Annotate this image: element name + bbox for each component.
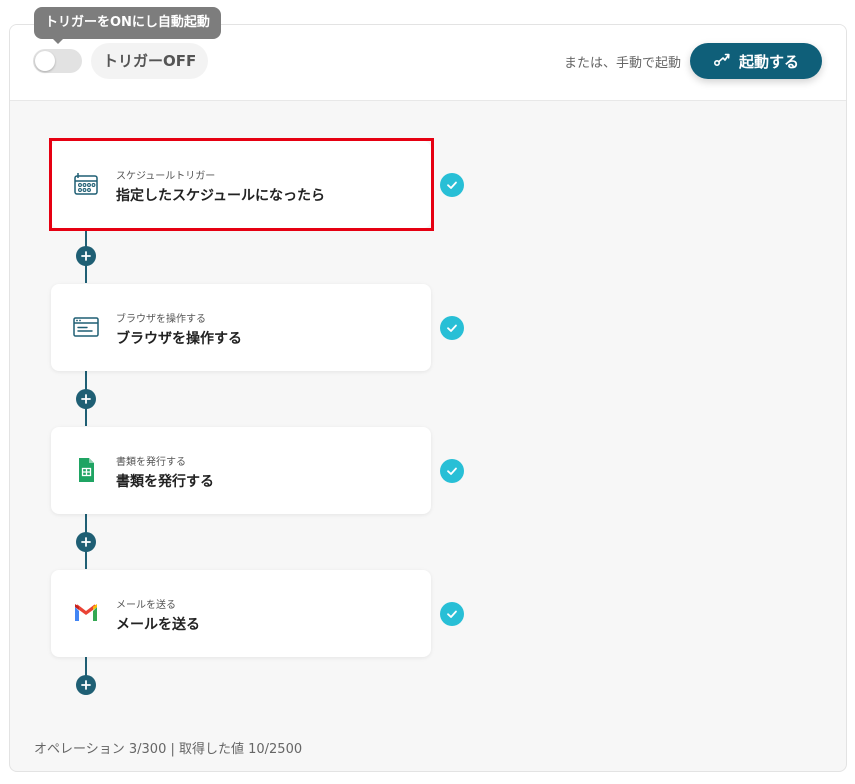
step-subtitle: 書類を発行する xyxy=(116,457,186,468)
step-subtitle: メールを送る xyxy=(116,600,176,611)
tooltip-arrow xyxy=(52,38,64,44)
step-title: 指定したスケジュールになったら xyxy=(116,188,326,204)
add-step-button[interactable] xyxy=(76,675,96,695)
step-subtitle: ブラウザを操作する xyxy=(116,314,206,325)
calendar-schedule-icon xyxy=(71,169,101,199)
manual-start-text: または、手動で起動 xyxy=(563,56,681,71)
step-title: 書類を発行する xyxy=(116,474,214,490)
step-card-mail[interactable]: メールを送る メールを送る xyxy=(51,570,431,657)
google-sheets-icon xyxy=(71,455,101,485)
start-button-label: 起動する xyxy=(738,52,799,71)
step-card-browser[interactable]: ブラウザを操作する ブラウザを操作する xyxy=(51,284,431,371)
step-card-schedule-trigger[interactable]: スケジュールトリガー 指定したスケジュールになったら xyxy=(51,141,431,228)
trigger-state-label: トリガーOFF xyxy=(91,43,209,79)
browser-window-icon xyxy=(71,312,101,342)
flow-panel xyxy=(9,24,847,772)
check-icon xyxy=(440,459,464,483)
start-icon xyxy=(713,50,731,72)
check-icon xyxy=(440,173,464,197)
step-title: ブラウザを操作する xyxy=(116,331,242,347)
step-subtitle: スケジュールトリガー xyxy=(116,171,216,182)
toggle-knob xyxy=(35,51,55,71)
check-icon xyxy=(440,316,464,340)
check-icon xyxy=(440,602,464,626)
start-button[interactable]: 起動する xyxy=(690,43,822,79)
step-card-document[interactable]: 書類を発行する 書類を発行する xyxy=(51,427,431,514)
gmail-icon xyxy=(71,598,101,628)
usage-counter: オペレーション 3/300 | 取得した値 10/2500 xyxy=(34,742,303,757)
step-title: メールを送る xyxy=(116,617,200,633)
add-step-button[interactable] xyxy=(76,532,96,552)
trigger-toggle[interactable] xyxy=(33,49,82,73)
trigger-tooltip: トリガーをONにし自動起動 xyxy=(34,7,221,39)
add-step-button[interactable] xyxy=(76,246,96,266)
add-step-button[interactable] xyxy=(76,389,96,409)
